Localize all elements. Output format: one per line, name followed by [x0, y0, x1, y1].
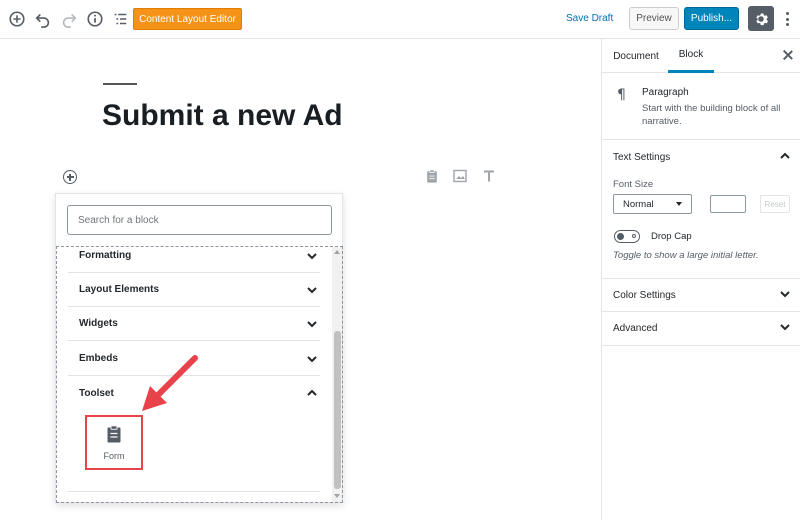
- post-title[interactable]: Submit a new Ad: [102, 99, 343, 133]
- chevron-down-icon: [779, 321, 791, 336]
- category-formatting[interactable]: Formatting: [68, 247, 320, 273]
- toggle-off-indicator: [632, 234, 636, 238]
- clipboard-icon: [107, 424, 121, 442]
- category-label: Embeds: [79, 353, 118, 364]
- title-separator: [103, 83, 137, 85]
- reset-button[interactable]: Reset: [760, 195, 790, 213]
- chevron-down-icon: [779, 288, 791, 303]
- sidebar-tabs: Document Block: [602, 39, 800, 73]
- clipboard-icon[interactable]: [425, 168, 439, 184]
- save-draft-button[interactable]: Save Draft: [566, 13, 613, 24]
- settings-button[interactable]: [748, 6, 774, 31]
- paragraph-icon: ¶: [617, 87, 626, 103]
- text-settings-panel-toggle[interactable]: Text Settings: [602, 140, 800, 174]
- chevron-up-icon: [779, 150, 791, 165]
- add-block-icon[interactable]: [7, 9, 27, 29]
- redo-icon[interactable]: [59, 9, 79, 29]
- category-widgets[interactable]: Widgets: [68, 307, 320, 341]
- close-icon[interactable]: [782, 49, 794, 61]
- more-dot: [785, 23, 789, 26]
- publish-button[interactable]: Publish...: [684, 7, 739, 30]
- category-label: Toolset: [79, 387, 114, 399]
- inserter-scrollbar[interactable]: [332, 247, 342, 502]
- settings-sidebar: Document Block ¶ Paragraph Start with th…: [601, 39, 800, 520]
- caret-down-icon: [676, 202, 682, 206]
- category-label: Formatting: [79, 250, 132, 261]
- chevron-down-icon: [304, 316, 320, 332]
- chevron-down-icon: [304, 248, 320, 264]
- category-layout-elements[interactable]: Layout Elements: [68, 273, 320, 307]
- inline-inserter-plus-icon[interactable]: [63, 170, 77, 184]
- block-card: ¶ Paragraph Start with the building bloc…: [602, 73, 800, 140]
- drop-cap-label: Drop Cap: [651, 231, 692, 242]
- info-icon[interactable]: [85, 9, 105, 29]
- color-settings-panel-toggle[interactable]: Color Settings: [602, 278, 800, 312]
- tab-block[interactable]: Block: [668, 39, 714, 73]
- chevron-down-icon: [304, 351, 320, 367]
- panel-title: Text Settings: [613, 151, 671, 163]
- more-dot: [785, 17, 789, 21]
- drop-cap-help-text: Toggle to show a large initial letter.: [613, 250, 759, 261]
- divider: [68, 491, 320, 492]
- more-menu-button[interactable]: [780, 10, 794, 28]
- advanced-panel-toggle[interactable]: Advanced: [602, 312, 800, 346]
- image-icon[interactable]: [453, 168, 467, 184]
- block-description: Start with the building block of all nar…: [642, 103, 781, 127]
- more-dot: [785, 12, 789, 15]
- block-navigation-icon[interactable]: [110, 9, 130, 29]
- category-label: Layout Elements: [79, 284, 160, 295]
- scroll-up-arrow-icon[interactable]: [334, 250, 340, 254]
- panel-title: Color Settings: [613, 289, 676, 301]
- chevron-down-icon: [304, 282, 320, 298]
- form-block-item[interactable]: Form: [85, 415, 143, 470]
- undo-icon[interactable]: [33, 9, 53, 29]
- annotation-arrow-icon: [142, 355, 198, 411]
- block-title: Paragraph: [642, 87, 689, 98]
- chevron-up-icon: [304, 385, 320, 401]
- custom-font-size-input[interactable]: [710, 195, 746, 213]
- font-size-select[interactable]: Normal: [613, 194, 692, 214]
- drop-cap-toggle[interactable]: [614, 230, 640, 243]
- scroll-down-arrow-icon[interactable]: [334, 494, 340, 498]
- preview-button[interactable]: Preview: [629, 7, 679, 30]
- gear-icon: [756, 12, 769, 25]
- block-search-input[interactable]: Search for a block: [67, 205, 332, 235]
- form-block-label: Form: [103, 450, 125, 461]
- block-inserter-popover: Search for a block Formatting Layout Ele…: [55, 193, 343, 503]
- content-layout-editor-button[interactable]: Content Layout Editor: [133, 8, 242, 30]
- scrollbar-thumb[interactable]: [334, 331, 341, 489]
- panel-title: Advanced: [613, 323, 658, 334]
- heading-icon[interactable]: [482, 168, 496, 184]
- toggle-knob: [617, 232, 624, 240]
- editor-toolbar: Content Layout Editor Save Draft Preview…: [0, 0, 800, 39]
- font-size-value: Normal: [623, 198, 654, 210]
- category-label: Widgets: [79, 318, 118, 329]
- tab-document[interactable]: Document: [612, 39, 660, 73]
- font-size-label: Font Size: [613, 179, 654, 190]
